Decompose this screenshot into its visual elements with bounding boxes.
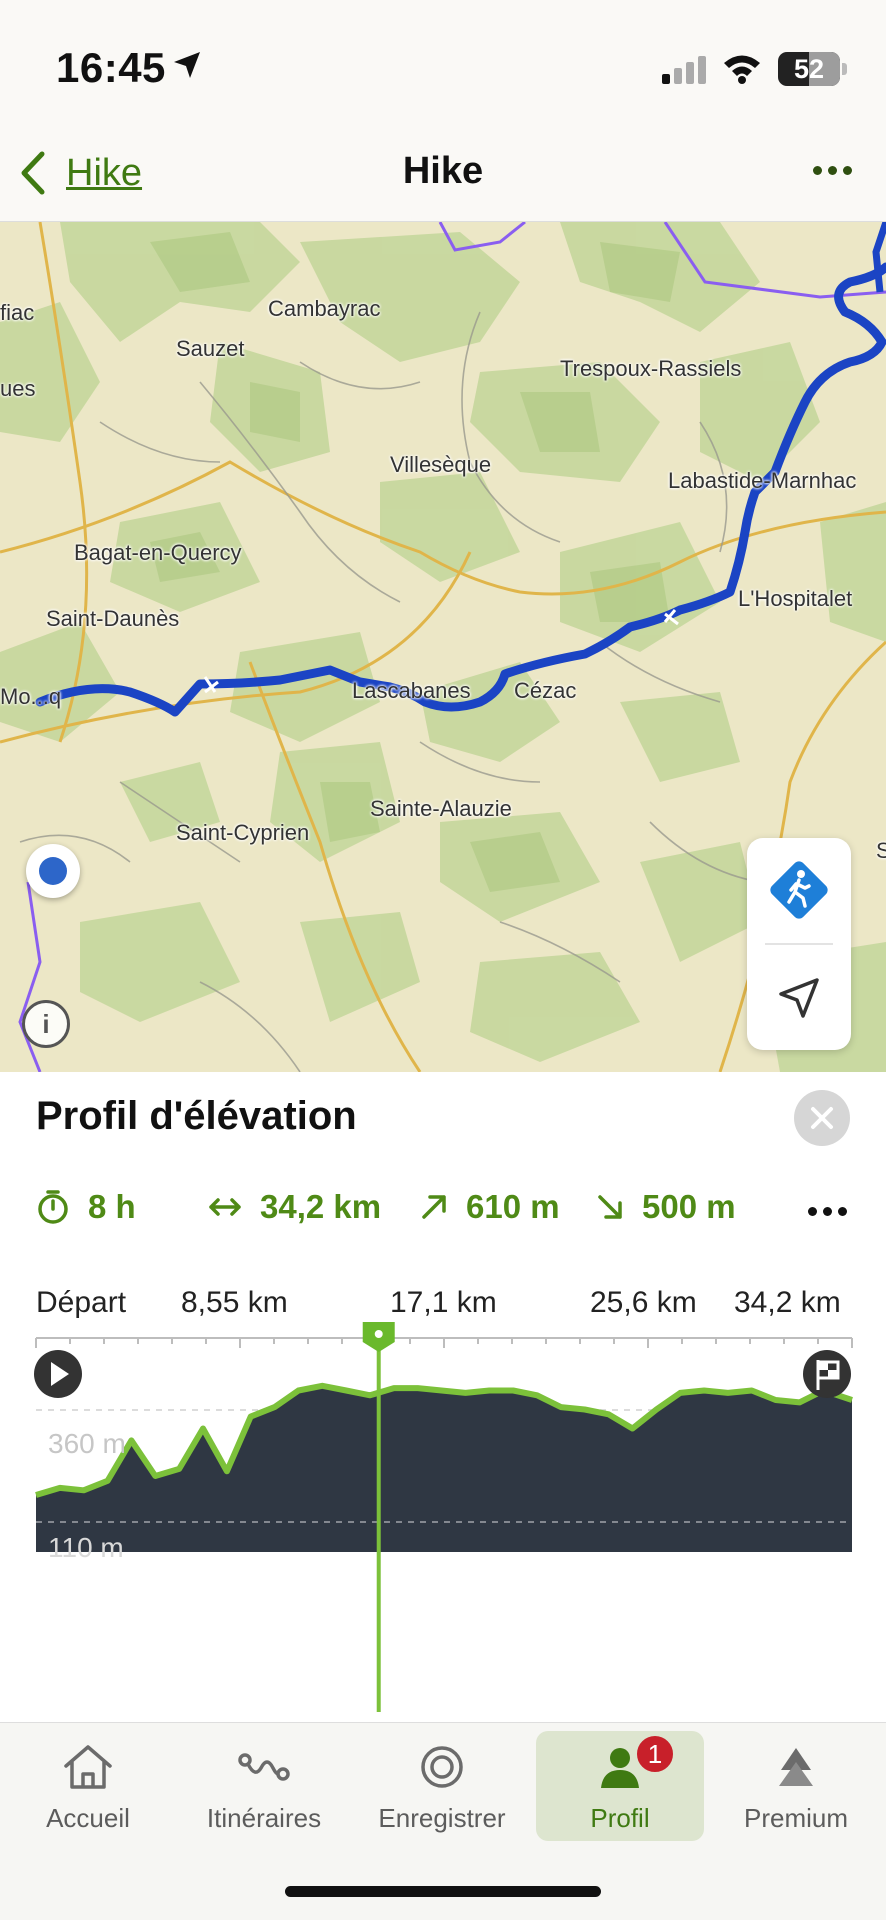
tab-enregistrer[interactable]: Enregistrer: [358, 1731, 526, 1841]
map-controls: [747, 838, 851, 1050]
chevron-left-icon: [21, 151, 45, 195]
tab-label: Premium: [743, 1803, 848, 1833]
tab-profil[interactable]: Profil 1: [536, 1731, 704, 1841]
home-indicator: [285, 1886, 601, 1897]
elevation-chart[interactable]: [0, 1242, 886, 1722]
stat-distance-value: 34,2 km: [260, 1188, 382, 1225]
close-panel-button[interactable]: [794, 1090, 850, 1146]
panel-title: Profil d'élévation: [36, 1094, 357, 1138]
elevation-profile-panel: Profil d'élévation 8 h 34,2 km 610 m 500…: [0, 1072, 886, 1722]
wifi-icon: [722, 52, 762, 89]
axis-ticks: [35, 1338, 853, 1348]
horizontal-arrows-icon: [209, 1198, 241, 1216]
route-stats: 8 h 34,2 km 610 m 500 m: [36, 1188, 856, 1234]
map-info-button[interactable]: i: [22, 1000, 70, 1048]
stat-ascent: 610 m: [420, 1188, 560, 1226]
back-button[interactable]: Hike: [18, 150, 142, 196]
current-position-marker: [26, 844, 80, 898]
map-place-label: Bagat-en-Quercy: [74, 540, 242, 565]
stat-distance: 34,2 km: [208, 1188, 381, 1226]
record-icon: [421, 1746, 463, 1788]
premium-peak-icon: [779, 1748, 813, 1786]
status-bar: 16:45 52: [0, 0, 886, 120]
battery-icon: 52: [778, 52, 847, 86]
stat-ascent-value: 610 m: [466, 1188, 560, 1225]
status-time: 16:45: [56, 44, 166, 91]
stat-descent-value: 500 m: [642, 1188, 736, 1225]
stats-more-button[interactable]: [802, 1196, 852, 1226]
elevation-high-label: 360 m: [48, 1428, 126, 1459]
map-place-label: Sauzet: [176, 336, 245, 361]
home-icon: [64, 1745, 112, 1789]
locate-me-button[interactable]: [747, 946, 851, 1050]
tab-label: Enregistrer: [378, 1803, 506, 1833]
stat-duration-value: 8 h: [88, 1188, 136, 1225]
hiker-icon: [770, 861, 828, 919]
close-icon: [811, 1107, 833, 1129]
navigation-bar: Hike Hike: [0, 120, 886, 222]
tab-label: Accueil: [46, 1803, 130, 1833]
notification-badge: 1: [634, 1733, 676, 1775]
more-options-button[interactable]: [804, 148, 860, 192]
tab-label: Itinéraires: [206, 1803, 322, 1833]
tab-accueil[interactable]: Accueil: [4, 1731, 172, 1841]
map-place-label: Lascabanes: [352, 678, 471, 703]
route-icon: [238, 1753, 290, 1781]
finish-flag-icon: [803, 1350, 851, 1398]
stat-duration: 8 h: [36, 1188, 136, 1226]
descent-arrow-icon: [598, 1195, 622, 1219]
map-place-label: Mo...q: [0, 684, 62, 709]
elevation-low-label: 110 m: [48, 1532, 124, 1563]
map-place-label: Villesèque: [390, 452, 492, 477]
map-place-label: ues: [0, 376, 36, 401]
tab-itineraires[interactable]: Itinéraires: [180, 1731, 348, 1841]
ascent-arrow-icon: [422, 1195, 446, 1219]
map-place-label: Saint-Daunès: [46, 606, 180, 631]
map-view[interactable]: fiac Cambayrac Sauzet Trespoux-Rassiels …: [0, 222, 886, 1072]
tab-premium[interactable]: Premium: [712, 1731, 880, 1841]
map-place-label: Cambayrac: [268, 296, 381, 321]
start-icon: [34, 1350, 82, 1398]
hiking-layer-button[interactable]: [747, 838, 851, 942]
cellular-signal-icon: [660, 54, 710, 89]
tab-label: Profil: [590, 1803, 650, 1833]
battery-level: 52: [793, 54, 825, 84]
map-place-label: Cézac: [514, 678, 577, 703]
map-place-label: L'Hospitalet: [738, 586, 853, 611]
map-place-label: S: [876, 838, 886, 863]
stopwatch-icon: [38, 1190, 68, 1224]
map-place-label: Sainte-Alauzie: [370, 796, 512, 821]
stat-descent: 500 m: [596, 1188, 736, 1226]
back-label: Hike: [66, 151, 143, 194]
map-place-label: Trespoux-Rassiels: [560, 356, 742, 381]
navigation-arrow-icon: [779, 978, 819, 1018]
map-place-label: Labastide-Marnhac: [668, 468, 857, 493]
map-place-label: Saint-Cyprien: [176, 820, 310, 845]
location-arrow-icon: [172, 50, 202, 85]
map-place-label: fiac: [0, 300, 35, 325]
